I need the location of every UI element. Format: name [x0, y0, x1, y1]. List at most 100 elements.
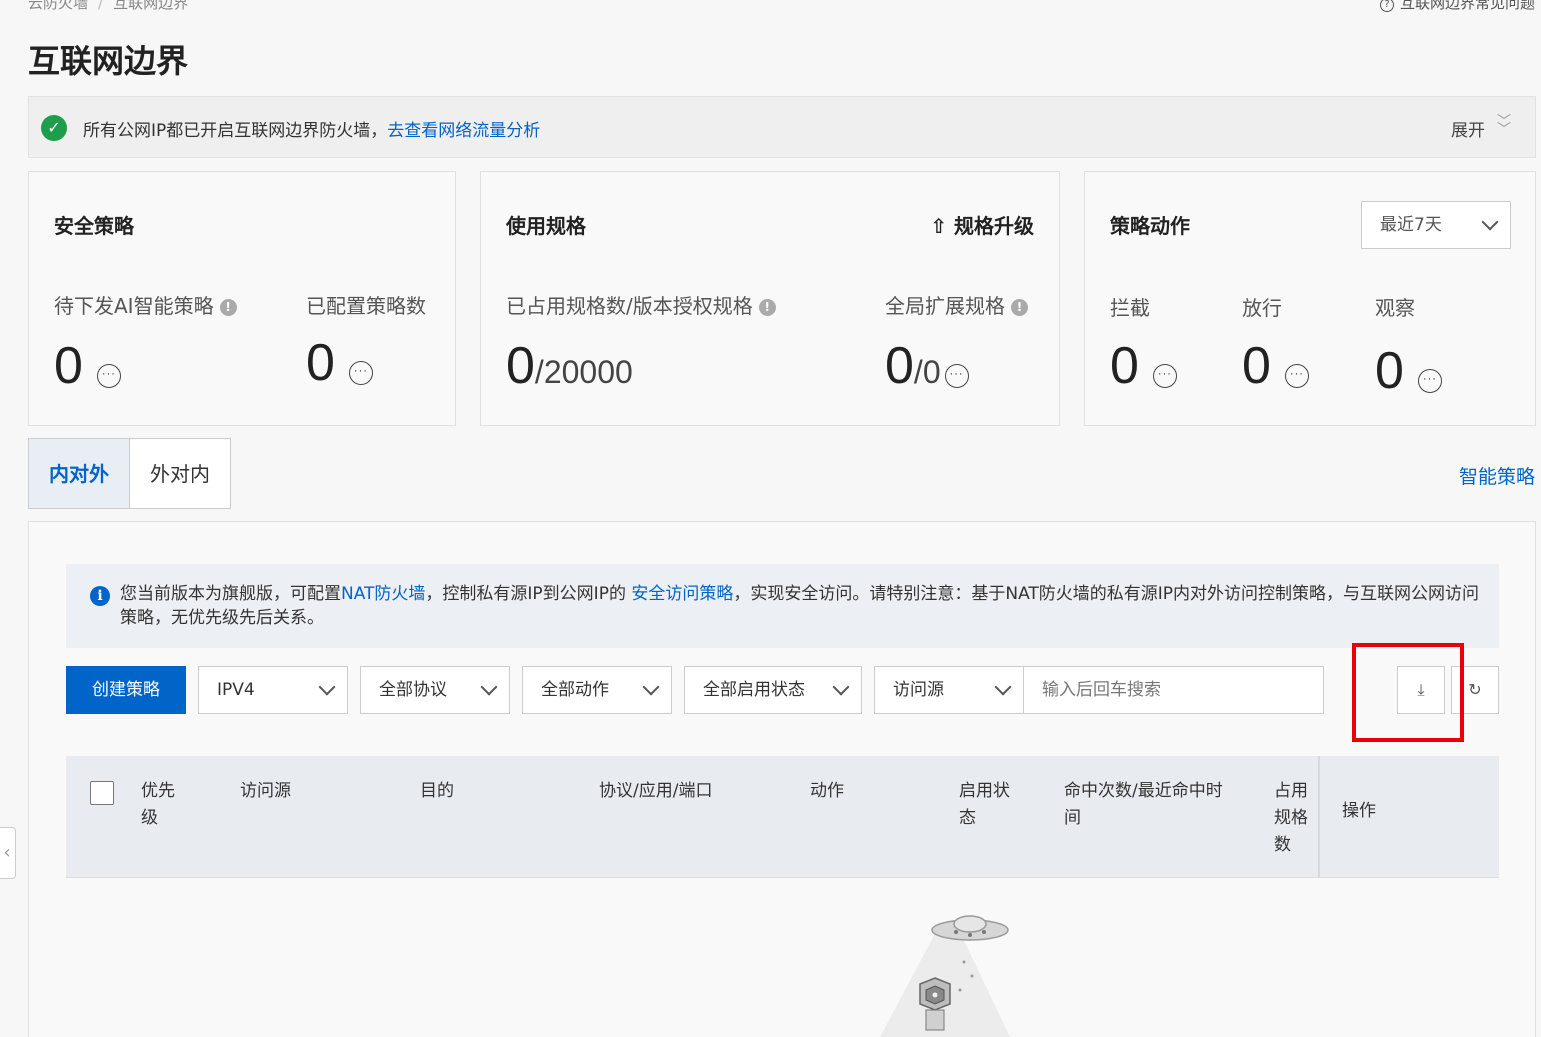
- more-icon[interactable]: ···: [96, 364, 121, 388]
- observe-label: 观察: [1375, 296, 1415, 320]
- status-select[interactable]: 全部启用状态: [684, 666, 862, 714]
- check-circle-icon: ✓: [41, 115, 67, 141]
- chevron-down-icon: [1481, 213, 1499, 231]
- card-title: 安全策略: [54, 214, 134, 238]
- column-header-priority[interactable]: 优先级: [141, 778, 181, 832]
- protocol-select[interactable]: 全部协议: [360, 666, 510, 714]
- block-value: 0 ···: [1110, 340, 1177, 392]
- metric-number: 0: [1375, 342, 1404, 400]
- page-title: 互联网边界: [28, 42, 189, 80]
- info-icon[interactable]: !: [219, 299, 237, 316]
- usage-card: 使用规格 ⇧ 规格升级 已占用规格数/版本授权规格! 0/20000 全局扩展规…: [480, 171, 1060, 426]
- more-icon[interactable]: ···: [944, 364, 969, 388]
- empty-state-illustration: [880, 915, 1010, 1037]
- highlight-box: [1352, 643, 1464, 742]
- status-notice: ✓ 所有公网IP都已开启互联网边界防火墙，去查看网络流量分析 展开 ﹀ ﹀: [28, 96, 1536, 158]
- occupied-spec-label: 已占用规格数/版本授权规格!: [506, 290, 776, 319]
- allow-value: 0 ···: [1242, 340, 1309, 392]
- expand-toggle[interactable]: 展开 ﹀ ﹀: [1451, 114, 1511, 141]
- expand-label: 展开: [1451, 121, 1485, 141]
- metric-total: /0: [913, 354, 941, 390]
- configured-policy-value: 0 ···: [306, 337, 373, 389]
- upload-arrow-icon: ⇧: [930, 214, 948, 238]
- select-all-checkbox[interactable]: [90, 781, 114, 805]
- smart-policy-link[interactable]: 智能策略: [1459, 462, 1535, 489]
- breadcrumb-separator: /: [98, 0, 104, 12]
- chevron-left-icon: ‹: [3, 842, 11, 863]
- column-header-hits[interactable]: 命中次数/最近命中时间: [1064, 778, 1224, 832]
- refresh-icon: ↻: [1468, 680, 1482, 699]
- ip-version-select[interactable]: IPV4: [198, 666, 348, 714]
- traffic-analysis-link[interactable]: 去查看网络流量分析: [387, 121, 540, 141]
- metric-label-text: 待下发AI智能策略: [54, 294, 214, 318]
- help-link-label: 互联网边界常见问题: [1399, 0, 1535, 12]
- metric-number: 0: [506, 337, 535, 395]
- create-policy-button[interactable]: 创建策略: [66, 666, 186, 714]
- info-icon[interactable]: !: [1011, 299, 1028, 316]
- pending-ai-policy-value: 0 ···: [54, 340, 121, 392]
- alert-text-part: 您当前版本为旗舰版，可配置: [120, 584, 341, 604]
- column-header-destination[interactable]: 目的: [420, 778, 454, 805]
- info-icon: i: [90, 586, 110, 606]
- metric-number: 0: [885, 337, 914, 395]
- more-icon[interactable]: ···: [1284, 364, 1309, 388]
- metric-label-text: 全局扩展规格: [885, 294, 1005, 318]
- chevron-down-icon: [480, 678, 498, 696]
- access-policy-link[interactable]: 安全访问策略: [631, 584, 733, 604]
- block-label: 拦截: [1110, 296, 1150, 320]
- time-range-value: 最近7天: [1380, 215, 1442, 235]
- search-input[interactable]: [1023, 666, 1324, 714]
- metric-number: 0: [306, 334, 335, 392]
- policy-action-card: 策略动作 最近7天 拦截 0 ··· 放行 0 ··· 观察 0 ···: [1084, 171, 1536, 426]
- select-value: 全部协议: [379, 680, 447, 700]
- upgrade-link[interactable]: ⇧ 规格升级: [930, 210, 1034, 239]
- question-icon: ?: [1379, 0, 1394, 12]
- metric-number: 0: [1242, 337, 1271, 395]
- table-header: 优先级 访问源 目的 协议/应用/端口 动作 启用状态 命中次数/最近命中时间 …: [66, 756, 1499, 878]
- column-header-action[interactable]: 动作: [810, 778, 844, 805]
- observe-value: 0 ···: [1375, 345, 1442, 397]
- column-header-operations: 操作: [1342, 801, 1376, 821]
- card-title: 策略动作: [1110, 214, 1190, 238]
- chevron-down-icon: [832, 678, 850, 696]
- breadcrumb: 云防火墙 / 互联网边界: [28, 0, 188, 13]
- info-icon[interactable]: !: [758, 299, 776, 316]
- version-info-alert: i 您当前版本为旗舰版，可配置NAT防火墙，控制私有源IP到公网IP的 安全访问…: [66, 564, 1499, 648]
- global-spec-label: 全局扩展规格!: [885, 290, 1028, 319]
- select-value: IPV4: [217, 680, 255, 700]
- select-value: 全部启用状态: [703, 680, 805, 700]
- column-header-source[interactable]: 访问源: [240, 778, 291, 805]
- allow-label: 放行: [1242, 296, 1282, 320]
- column-header-protocol[interactable]: 协议/应用/端口: [599, 778, 712, 805]
- metric-total: /20000: [534, 354, 633, 390]
- metric-number: 0: [54, 337, 83, 395]
- chevron-down-icon: [642, 678, 660, 696]
- tab-outbound[interactable]: 内对外: [28, 438, 130, 509]
- column-header-spec[interactable]: 占用规格数: [1274, 778, 1314, 859]
- upgrade-label: 规格升级: [954, 214, 1034, 238]
- more-icon[interactable]: ···: [348, 361, 373, 385]
- time-range-select[interactable]: 最近7天: [1361, 201, 1511, 249]
- nat-firewall-link[interactable]: NAT防火墙: [341, 584, 425, 604]
- double-chevron-down-icon: ﹀ ﹀: [1497, 114, 1511, 138]
- pending-ai-policy-label: 待下发AI智能策略!: [54, 290, 237, 319]
- column-header-status[interactable]: 启用状态: [959, 778, 1019, 832]
- alert-text-part: ，控制私有源IP到公网IP的: [425, 584, 632, 604]
- tab-inbound[interactable]: 外对内: [129, 438, 231, 509]
- metric-number: 0: [1110, 337, 1139, 395]
- metric-label-text: 已占用规格数/版本授权规格: [506, 294, 753, 318]
- action-select[interactable]: 全部动作: [522, 666, 672, 714]
- collapse-sidebar-handle[interactable]: ‹: [0, 827, 16, 879]
- more-icon[interactable]: ···: [1417, 369, 1442, 393]
- chevron-down-icon: [318, 678, 336, 696]
- occupied-spec-value: 0/20000: [506, 340, 633, 392]
- breadcrumb-parent[interactable]: 云防火墙: [28, 0, 88, 12]
- card-title: 使用规格: [506, 214, 586, 238]
- select-value: 全部动作: [541, 680, 609, 700]
- source-select[interactable]: 访问源: [874, 666, 1024, 714]
- global-spec-value: 0/0 ···: [885, 340, 969, 392]
- help-link[interactable]: ? 互联网边界常见问题: [1379, 0, 1535, 13]
- select-value: 访问源: [893, 680, 944, 700]
- more-icon[interactable]: ···: [1152, 364, 1177, 388]
- security-policy-card: 安全策略 待下发AI智能策略! 0 ··· 已配置策略数 0 ···: [28, 171, 456, 426]
